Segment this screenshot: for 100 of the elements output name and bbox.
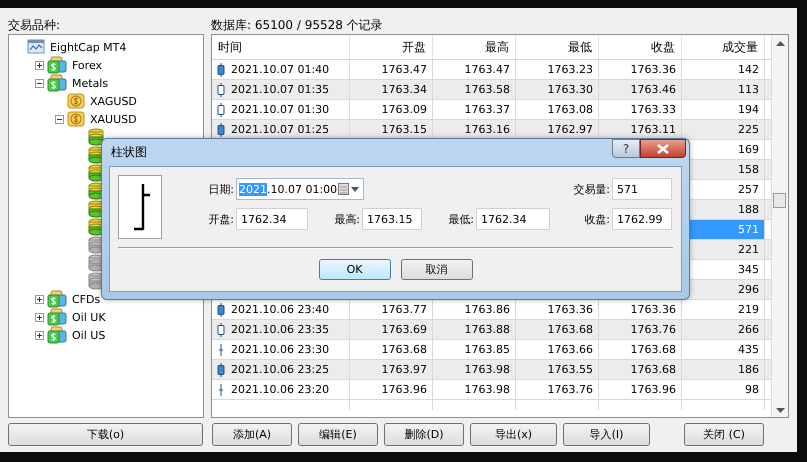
- currency-group-icon: [47, 290, 67, 308]
- date-picker-field[interactable]: 2021.10.07 01:00: [236, 178, 364, 200]
- server-icon: [27, 39, 45, 55]
- table-cell: 1763.69: [350, 320, 433, 339]
- column-header[interactable]: 最高: [433, 35, 516, 59]
- table-cell: 1763.34: [350, 80, 433, 99]
- tree-item[interactable]: Oil US: [69, 328, 106, 342]
- doji-candle-icon: [217, 342, 225, 356]
- column-header[interactable]: 最低: [516, 35, 599, 59]
- table-cell: 98: [682, 380, 765, 399]
- table-cell: 1763.96: [599, 380, 682, 399]
- expander-icon[interactable]: [33, 294, 45, 304]
- currency-group-icon: [47, 326, 67, 344]
- table-cell: 1763.33: [599, 100, 682, 119]
- field-label: 开盘:: [207, 212, 234, 226]
- candlestick-icon: [217, 82, 225, 96]
- table-cell: 142: [682, 60, 765, 79]
- action-button[interactable]: 删除(D): [384, 423, 464, 446]
- scroll-up-icon[interactable]: [776, 41, 784, 47]
- tree-item[interactable]: Oil UK: [69, 310, 106, 324]
- currency-group-icon: [47, 56, 67, 74]
- column-header[interactable]: 时间: [212, 35, 350, 59]
- action-button[interactable]: 编辑(E): [298, 423, 378, 446]
- action-button[interactable]: 添加(A): [212, 423, 292, 446]
- currency-group-icon: [47, 74, 67, 92]
- tree-item[interactable]: EightCap MT4: [47, 40, 126, 54]
- tree-item[interactable]: Metals: [69, 76, 108, 90]
- tree-item[interactable]: XAGUSD: [87, 94, 137, 108]
- field-label: 交易量:: [572, 182, 610, 196]
- table-cell: 266: [682, 320, 765, 339]
- expander-icon[interactable]: [33, 78, 45, 88]
- doji-candle-icon: [217, 382, 225, 396]
- column-header[interactable]: 成交量: [682, 35, 765, 59]
- field-label: 最高:: [333, 212, 360, 226]
- table-cell: 194: [682, 100, 765, 119]
- close-button[interactable]: [640, 139, 686, 158]
- candlestick-icon: [217, 122, 225, 136]
- symbols-label: 交易品种:: [8, 17, 62, 34]
- coin-icon: [67, 92, 85, 110]
- close-icon: [657, 144, 669, 154]
- scrollbar[interactable]: [771, 35, 788, 417]
- dialog-title: 柱状图: [110, 144, 147, 161]
- table-cell: 1763.47: [433, 60, 516, 79]
- help-button[interactable]: ?: [612, 139, 640, 158]
- table-cell: 1763.88: [433, 320, 516, 339]
- table-cell: 1763.68: [516, 320, 599, 339]
- price-field[interactable]: 1762.34: [236, 208, 308, 230]
- column-header[interactable]: 开盘: [350, 35, 433, 59]
- candlestick-icon: [217, 322, 225, 336]
- table-cell: 1763.58: [433, 80, 516, 99]
- field-label: 收盘:: [583, 212, 610, 226]
- time-cell: 2021.10.06 23:35: [212, 320, 350, 339]
- table-cell: 1763.46: [599, 80, 682, 99]
- price-field[interactable]: 1762.99: [612, 208, 672, 230]
- coin-icon: [67, 110, 85, 128]
- field-label: 日期:: [207, 182, 234, 196]
- ok-button[interactable]: OK: [318, 259, 390, 280]
- table-cell: 1763.55: [516, 360, 599, 379]
- table-cell: 1763.68: [599, 340, 682, 359]
- table-cell: 1763.68: [599, 360, 682, 379]
- action-button[interactable]: 关闭 (C): [684, 423, 764, 446]
- table-cell: 1763.98: [433, 380, 516, 399]
- table-cell: 1763.09: [350, 100, 433, 119]
- time-cell: 2021.10.07 01:30: [212, 100, 350, 119]
- scroll-thumb[interactable]: [773, 193, 786, 208]
- cancel-button[interactable]: 取消: [400, 259, 472, 280]
- expander-icon[interactable]: [33, 312, 45, 322]
- time-cell: 2021.10.06 23:20: [212, 380, 350, 399]
- table-cell: 113: [682, 80, 765, 99]
- table-cell: 435: [682, 340, 765, 359]
- field-label: 最低:: [447, 212, 474, 226]
- column-header[interactable]: 收盘: [599, 35, 682, 59]
- tree-item[interactable]: CFDs: [69, 292, 100, 306]
- price-field[interactable]: 1763.15: [362, 208, 422, 230]
- table-cell: 1763.97: [350, 360, 433, 379]
- candlestick-icon: [217, 102, 225, 116]
- price-field[interactable]: 1762.34: [476, 208, 550, 230]
- table-cell: 1763.76: [599, 320, 682, 339]
- calendar-dropdown-icon[interactable]: [338, 183, 360, 195]
- table-cell: 1763.23: [516, 60, 599, 79]
- tree-item[interactable]: XAUUSD: [87, 112, 137, 126]
- volume-field[interactable]: 571: [612, 178, 672, 200]
- action-button[interactable]: 下载(o): [8, 423, 203, 446]
- time-cell: 2021.10.06 23:30: [212, 340, 350, 359]
- expander-icon[interactable]: [53, 114, 65, 124]
- scroll-down-icon[interactable]: [776, 407, 784, 413]
- table-cell: 1763.98: [433, 360, 516, 379]
- table-cell: 1763.37: [433, 100, 516, 119]
- expander-icon[interactable]: [33, 60, 45, 70]
- action-button[interactable]: 导入(I): [563, 423, 650, 446]
- table-cell: 1763.47: [350, 60, 433, 79]
- table-cell: 1763.66: [516, 340, 599, 359]
- expander-icon[interactable]: [33, 330, 45, 340]
- candlestick-icon: [217, 302, 225, 316]
- table-cell: 1763.36: [599, 60, 682, 79]
- tree-item[interactable]: Forex: [69, 58, 102, 72]
- table-cell: 186: [682, 360, 765, 379]
- table-cell: 1763.96: [350, 380, 433, 399]
- table-cell: 1763.68: [350, 340, 433, 359]
- action-button[interactable]: 导出(x): [470, 423, 557, 446]
